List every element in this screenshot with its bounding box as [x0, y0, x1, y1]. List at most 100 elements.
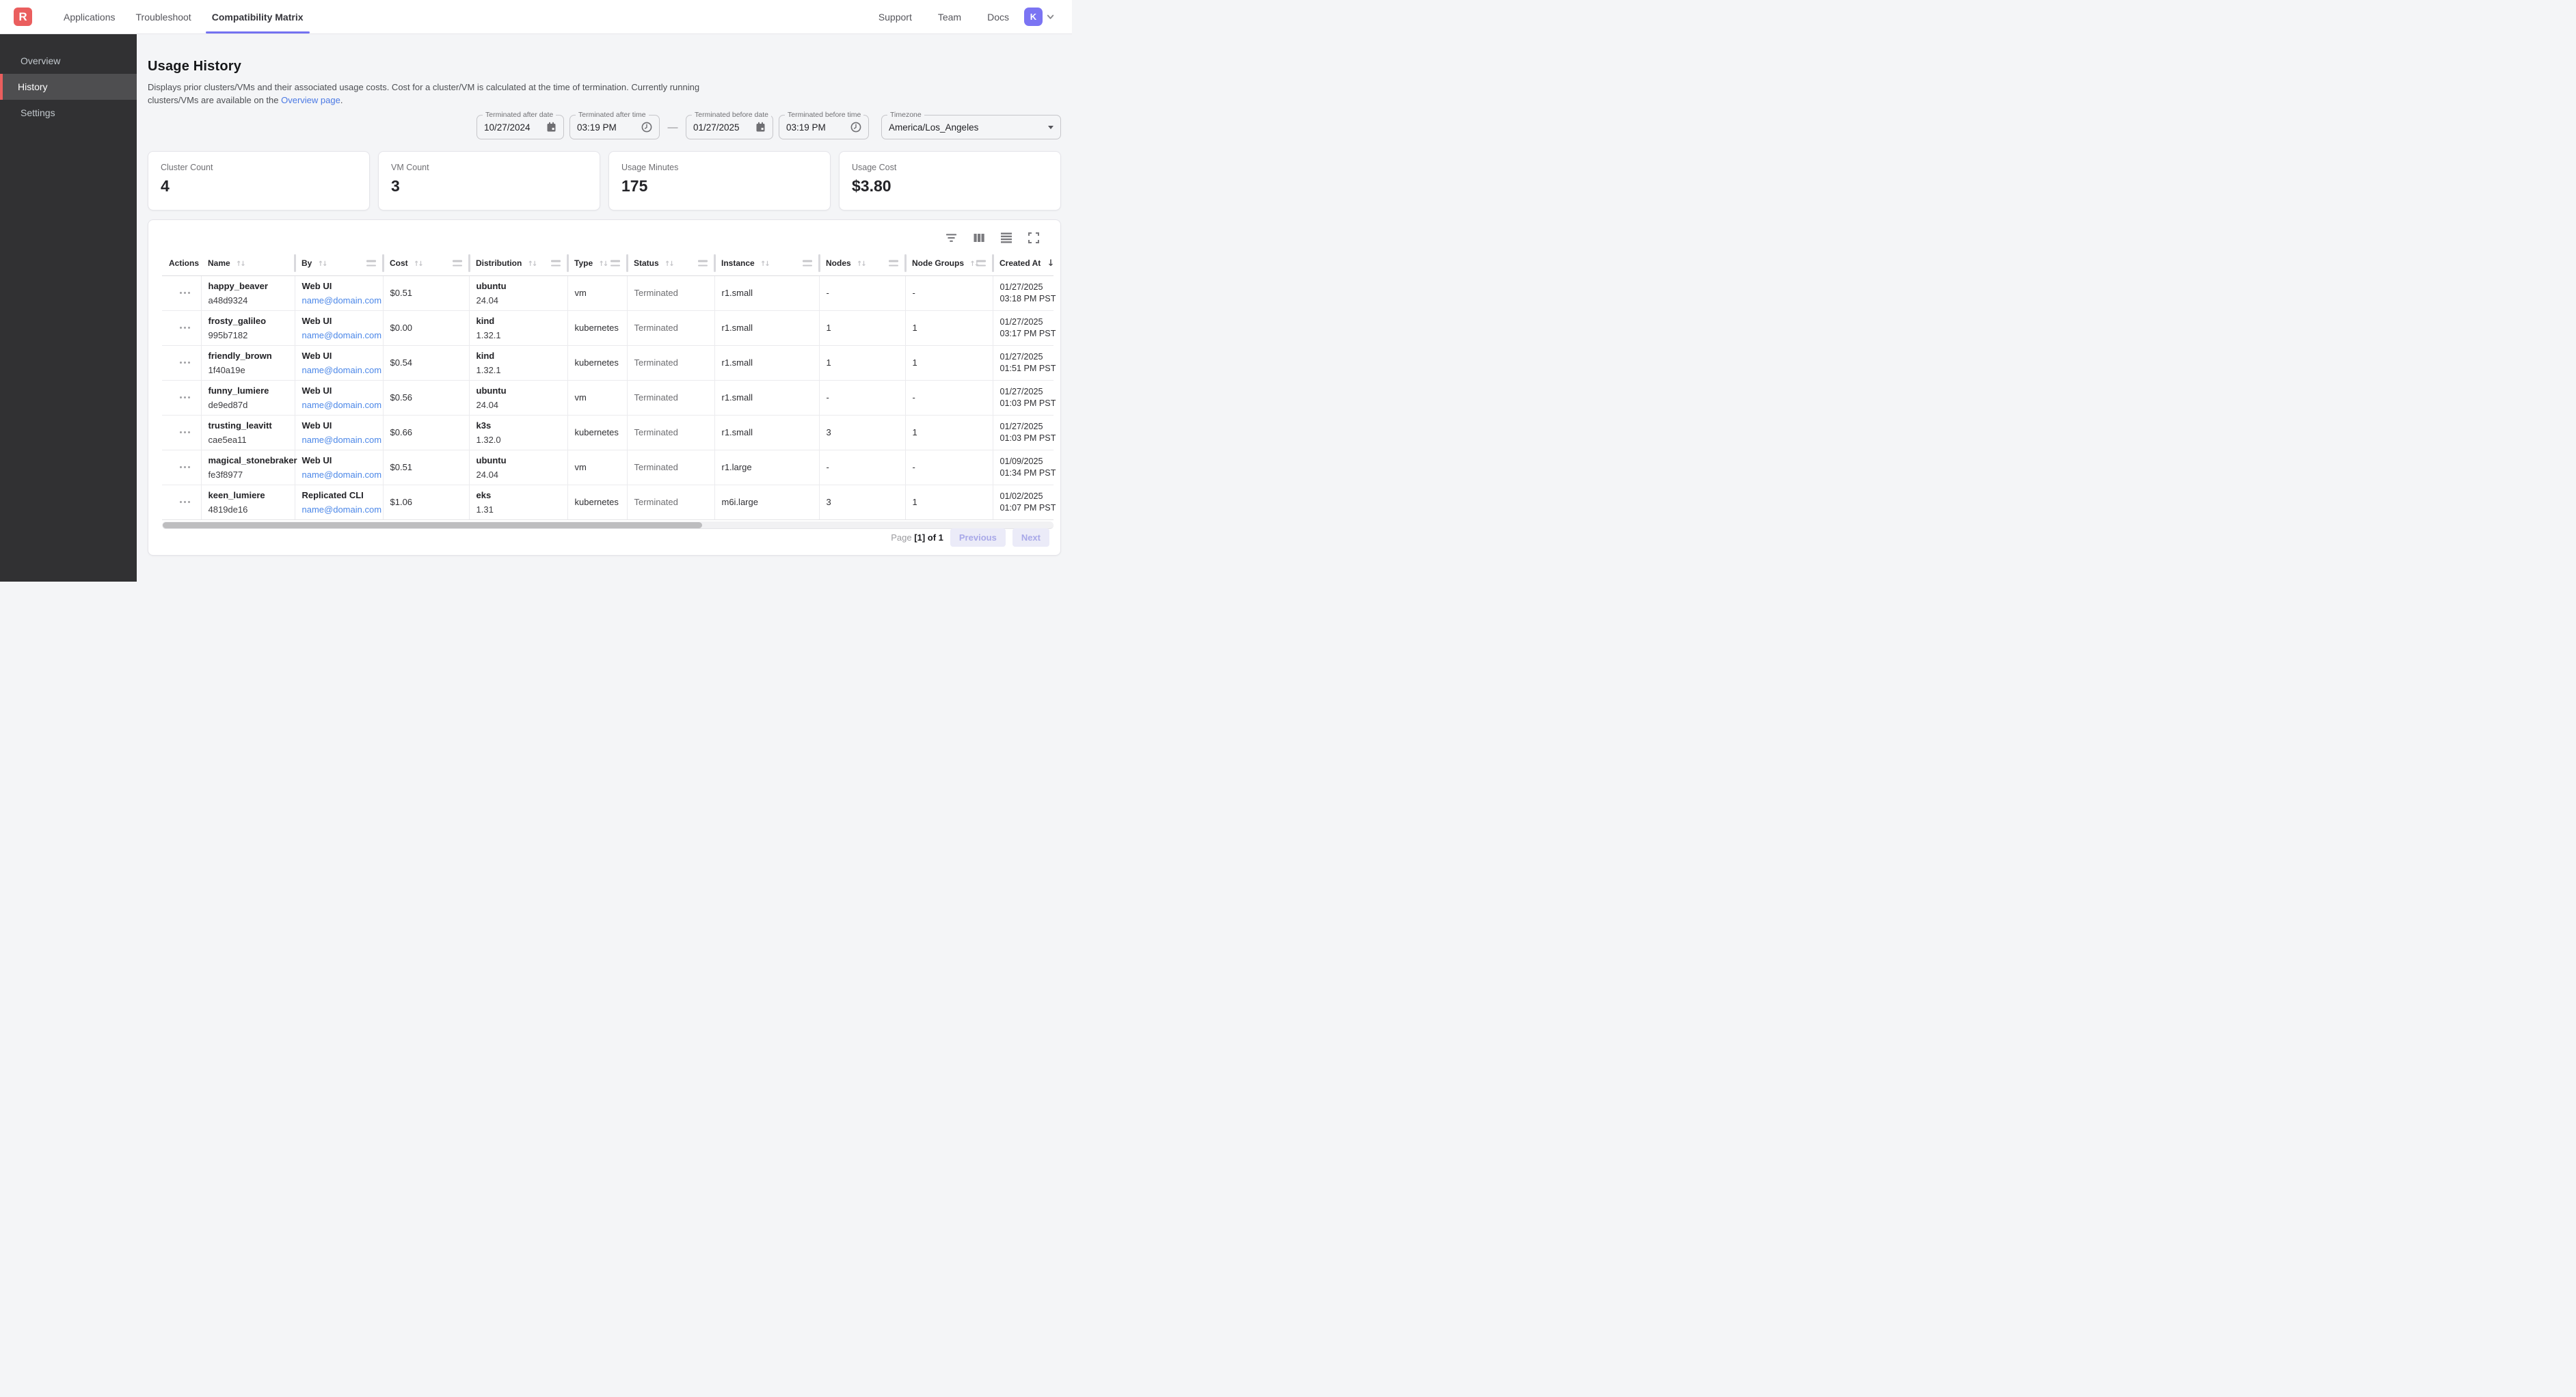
column-resize-handle[interactable] [889, 260, 898, 267]
column-resize-handle[interactable] [551, 260, 561, 267]
table-row: frosty_galileo 995b7182 Web UI name@doma… [162, 310, 1054, 345]
next-page-button[interactable]: Next [1012, 528, 1049, 547]
row-actions-button[interactable] [177, 289, 193, 297]
column-header-instance[interactable]: Instance ↑↓ [714, 252, 819, 275]
column-header-cost[interactable]: Cost ↑↓ [383, 252, 469, 275]
distribution-version: 24.04 [477, 469, 567, 480]
row-actions-button[interactable] [177, 463, 193, 472]
timezone-select[interactable]: Timezone America/Los_Angeles [881, 115, 1061, 139]
column-header-distribution[interactable]: Distribution ↑↓ [469, 252, 567, 275]
stat-value: 175 [621, 177, 818, 195]
distribution-name: ubuntu [477, 280, 567, 292]
cost-cell: $1.06 [383, 485, 469, 519]
filter-icon[interactable] [945, 232, 958, 244]
sidebar-item-settings[interactable]: Settings [0, 100, 137, 126]
terminated-after-date-field[interactable]: Terminated after date 10/27/2024 [477, 115, 564, 139]
sort-icon[interactable]: ↑↓ [318, 260, 327, 268]
chevron-down-icon[interactable] [1045, 12, 1056, 22]
horizontal-scrollbar[interactable] [162, 521, 1054, 529]
avatar[interactable]: K [1024, 8, 1043, 26]
distribution-name: ubuntu [477, 455, 567, 466]
stat-label: Cluster Count [161, 163, 357, 172]
sort-icon[interactable]: ↑↓ [414, 260, 422, 268]
tab-compatibility-matrix[interactable]: Compatibility Matrix [206, 0, 310, 33]
column-header-created-at[interactable]: Created At ↓ [993, 252, 1054, 275]
sort-icon[interactable]: ↑↓ [665, 260, 673, 268]
row-actions-button[interactable] [177, 324, 193, 332]
stat-label: Usage Cost [852, 163, 1048, 172]
nodes-cell: - [819, 450, 905, 485]
column-resize-handle[interactable] [698, 260, 708, 267]
calendar-icon[interactable] [755, 122, 766, 133]
column-header-node-groups[interactable]: Node Groups ↑↓ [905, 252, 993, 275]
created-date: 01/27/2025 [1000, 316, 1054, 328]
column-header-type[interactable]: Type ↑↓ [567, 252, 627, 275]
by-email-link[interactable]: name@domain.com [302, 434, 382, 446]
clock-icon[interactable] [850, 122, 861, 133]
replicated-logo[interactable]: R [14, 8, 32, 26]
sort-desc-icon[interactable]: ↓ [1047, 258, 1055, 269]
previous-page-button[interactable]: Previous [950, 528, 1006, 547]
column-header-label: Type [574, 258, 593, 268]
sort-icon[interactable]: ↑↓ [528, 260, 537, 268]
nav-link-docs[interactable]: Docs [987, 12, 1009, 23]
row-actions-button[interactable] [177, 394, 193, 402]
row-actions-button[interactable] [177, 498, 193, 506]
by-email-link[interactable]: name@domain.com [302, 295, 382, 306]
by-email-link[interactable]: name@domain.com [302, 469, 382, 480]
instance-cell: r1.small [714, 310, 819, 345]
column-header-name[interactable]: Name ↑↓ [201, 252, 295, 275]
column-resize-handle[interactable] [611, 260, 620, 267]
overview-page-link[interactable]: Overview page [281, 95, 340, 105]
status-cell: Terminated [627, 275, 714, 310]
row-actions-button[interactable] [177, 359, 193, 367]
distribution-version: 1.32.1 [477, 329, 567, 341]
by-email-link[interactable]: name@domain.com [302, 399, 382, 411]
tab-troubleshoot[interactable]: Troubleshoot [130, 0, 198, 33]
column-header-by[interactable]: By ↑↓ [295, 252, 383, 275]
density-icon[interactable] [1000, 232, 1012, 244]
column-resize-handle[interactable] [976, 260, 986, 267]
created-at-cell: 01/27/2025 01:03 PM PST [993, 380, 1054, 415]
by-email-link[interactable]: name@domain.com [302, 504, 382, 515]
sort-icon[interactable]: ↑↓ [598, 260, 607, 268]
by-email-link[interactable]: name@domain.com [302, 329, 382, 341]
by-cell: Web UI name@domain.com [295, 450, 383, 485]
columns-icon[interactable] [973, 232, 985, 244]
cluster-name: magical_stonebraker [209, 455, 295, 466]
sort-icon[interactable]: ↑↓ [760, 260, 769, 268]
page-value: [1] of 1 [914, 532, 943, 543]
column-resize-handle[interactable] [803, 260, 812, 267]
sort-icon[interactable]: ↑↓ [857, 260, 866, 268]
by-email-link[interactable]: name@domain.com [302, 364, 382, 376]
tab-applications[interactable]: Applications [57, 0, 122, 33]
created-date: 01/27/2025 [1000, 386, 1054, 398]
cluster-id: fe3f8977 [209, 469, 295, 480]
scrollbar-thumb[interactable] [163, 522, 702, 528]
terminated-before-time-field[interactable]: Terminated before time 03:19 PM [779, 115, 869, 139]
row-actions-button[interactable] [177, 429, 193, 437]
distribution-cell: ubuntu 24.04 [469, 275, 567, 310]
column-resize-handle[interactable] [366, 260, 376, 267]
column-header-actions[interactable]: Actions [162, 252, 201, 275]
created-time: 01:03 PM PST [1000, 398, 1054, 409]
nav-link-team[interactable]: Team [938, 12, 961, 23]
cost-cell: $0.00 [383, 310, 469, 345]
cost-cell: $0.51 [383, 275, 469, 310]
cluster-name: trusting_leavitt [209, 420, 295, 431]
terminated-after-time-field[interactable]: Terminated after time 03:19 PM [569, 115, 660, 139]
fullscreen-icon[interactable] [1028, 232, 1040, 244]
clock-icon[interactable] [641, 122, 652, 133]
column-header-nodes[interactable]: Nodes ↑↓ [819, 252, 905, 275]
sidebar-item-history[interactable]: History [0, 74, 137, 100]
page-description: Displays prior clusters/VMs and their as… [148, 81, 1061, 107]
sort-icon[interactable]: ↑↓ [236, 260, 245, 268]
column-header-status[interactable]: Status ↑↓ [627, 252, 714, 275]
column-resize-handle[interactable] [453, 260, 462, 267]
sidebar-item-overview[interactable]: Overview [0, 48, 137, 74]
column-header-label: Actions [169, 258, 199, 268]
nav-link-support[interactable]: Support [878, 12, 912, 23]
terminated-before-date-field[interactable]: Terminated before date 01/27/2025 [686, 115, 773, 139]
calendar-icon[interactable] [546, 122, 556, 133]
status-badge: Terminated [634, 323, 678, 333]
